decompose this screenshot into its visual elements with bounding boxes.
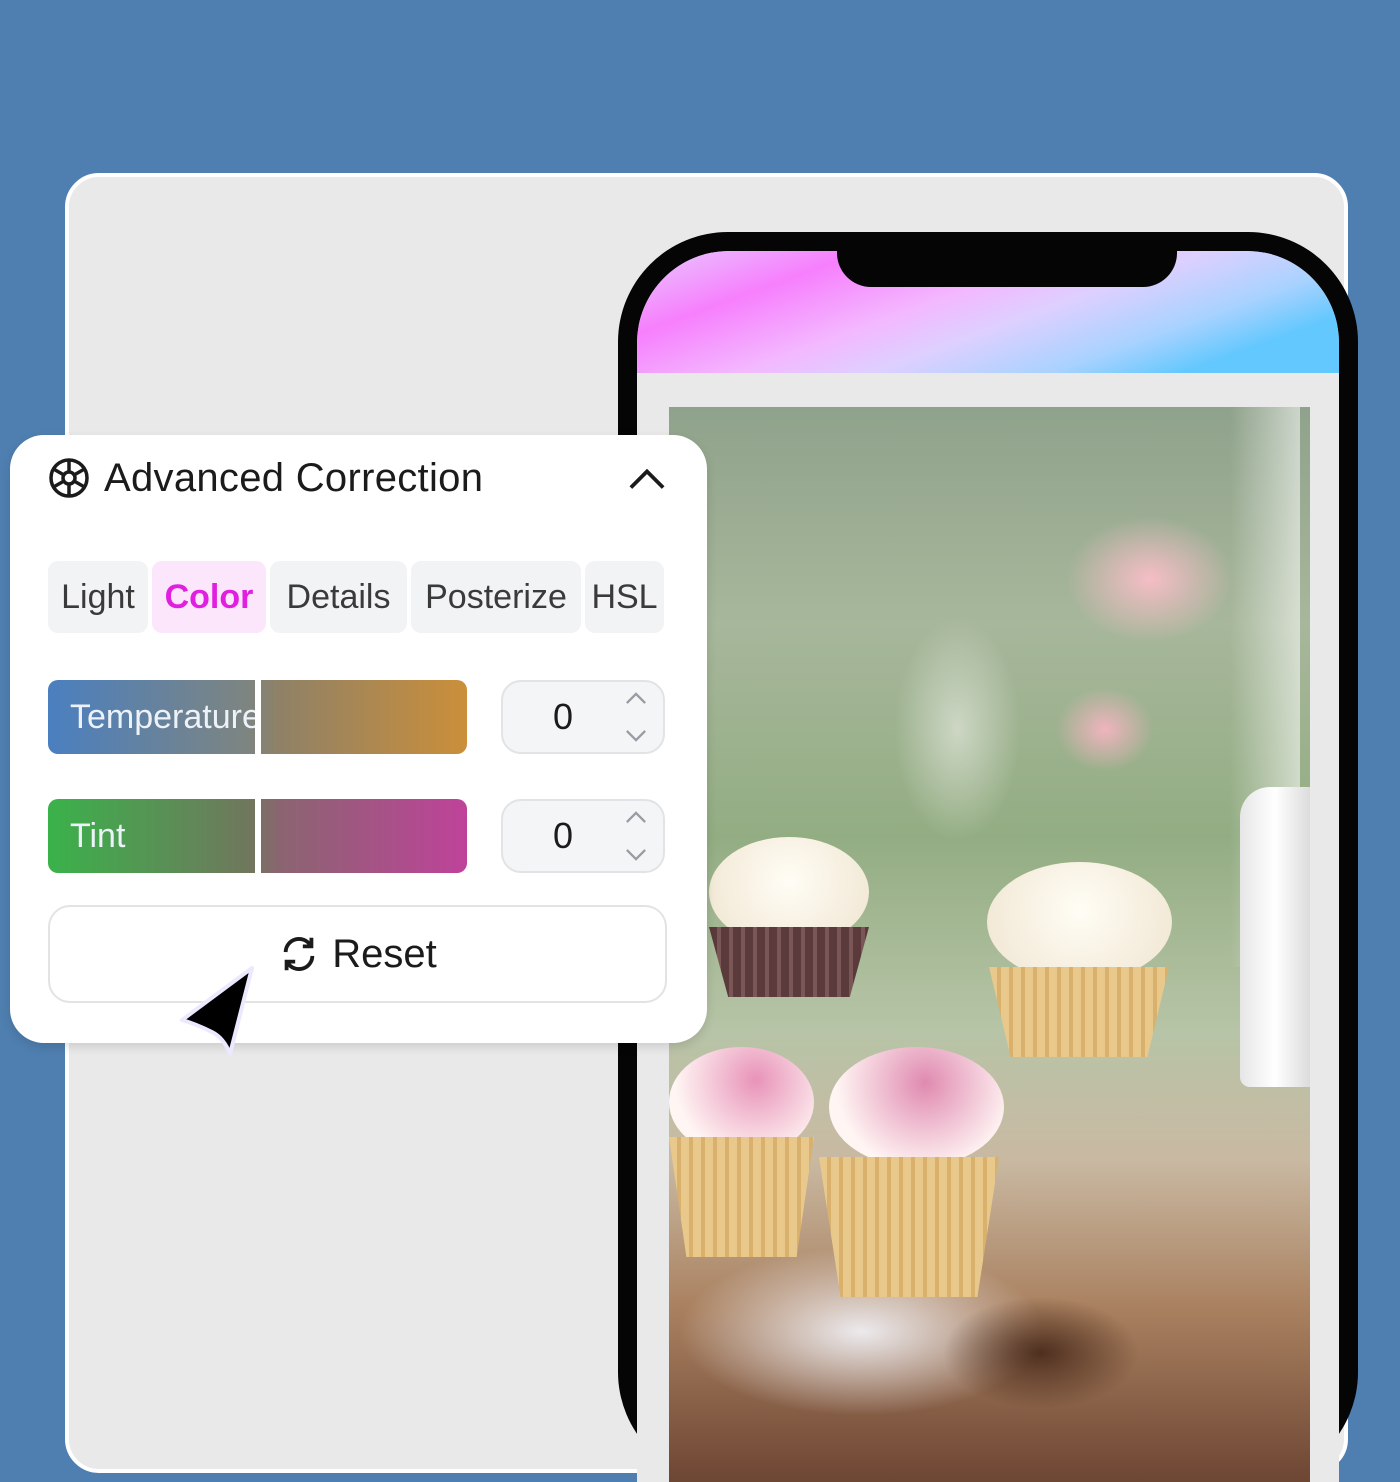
temperature-label: Temperature xyxy=(70,698,261,736)
aperture-icon xyxy=(48,457,90,499)
correction-tabs: Light Color Details Posterize HSL xyxy=(48,561,664,633)
tab-color[interactable]: Color xyxy=(152,561,266,633)
chevron-down-icon[interactable] xyxy=(625,729,647,742)
photo-cupcake-frosting xyxy=(829,1047,1004,1167)
tab-light[interactable]: Light xyxy=(48,561,148,633)
refresh-icon xyxy=(283,937,315,971)
tint-value[interactable]: 0 xyxy=(503,801,623,871)
temperature-value[interactable]: 0 xyxy=(503,682,623,752)
temperature-slider[interactable]: Temperature xyxy=(48,680,467,754)
phone-screen xyxy=(637,251,1339,1482)
stepper-arrows xyxy=(623,692,649,742)
photo-cupcake-liner xyxy=(989,967,1169,1057)
temperature-slider-thumb[interactable] xyxy=(254,680,261,754)
photo-cupcake-frosting xyxy=(987,862,1172,982)
tint-row: Tint 0 xyxy=(48,799,667,875)
panel-header: Advanced Correction xyxy=(48,453,669,503)
stepper-arrows xyxy=(623,811,649,861)
phone-mockup xyxy=(618,232,1358,1482)
chevron-down-icon[interactable] xyxy=(625,848,647,861)
photo-vase xyxy=(1240,787,1310,1087)
tint-label: Tint xyxy=(70,817,126,855)
mouse-pointer-icon xyxy=(180,966,254,1056)
chevron-up-icon[interactable] xyxy=(625,811,647,824)
chevron-up-icon[interactable] xyxy=(625,692,647,705)
tint-stepper[interactable]: 0 xyxy=(501,799,665,873)
temperature-stepper[interactable]: 0 xyxy=(501,680,665,754)
tab-hsl[interactable]: HSL xyxy=(585,561,664,633)
reset-label: Reset xyxy=(332,931,437,976)
chevron-up-icon xyxy=(629,468,665,489)
photo-cupcake-liner xyxy=(709,927,869,997)
temperature-row: Temperature 0 xyxy=(48,680,667,756)
phone-notch xyxy=(837,251,1177,287)
advanced-correction-panel: Advanced Correction Light Color Details … xyxy=(10,435,707,1043)
photo-cupcake-liner xyxy=(819,1157,999,1297)
photo-cupcake-liner xyxy=(669,1137,814,1257)
tint-slider-thumb[interactable] xyxy=(254,799,261,873)
collapse-button[interactable] xyxy=(625,457,669,501)
preview-photo xyxy=(669,407,1310,1482)
tint-slider[interactable]: Tint xyxy=(48,799,467,873)
panel-title: Advanced Correction xyxy=(104,455,484,500)
tab-details[interactable]: Details xyxy=(270,561,407,633)
reset-button[interactable]: Reset xyxy=(48,905,667,1003)
tab-posterize[interactable]: Posterize xyxy=(411,561,581,633)
